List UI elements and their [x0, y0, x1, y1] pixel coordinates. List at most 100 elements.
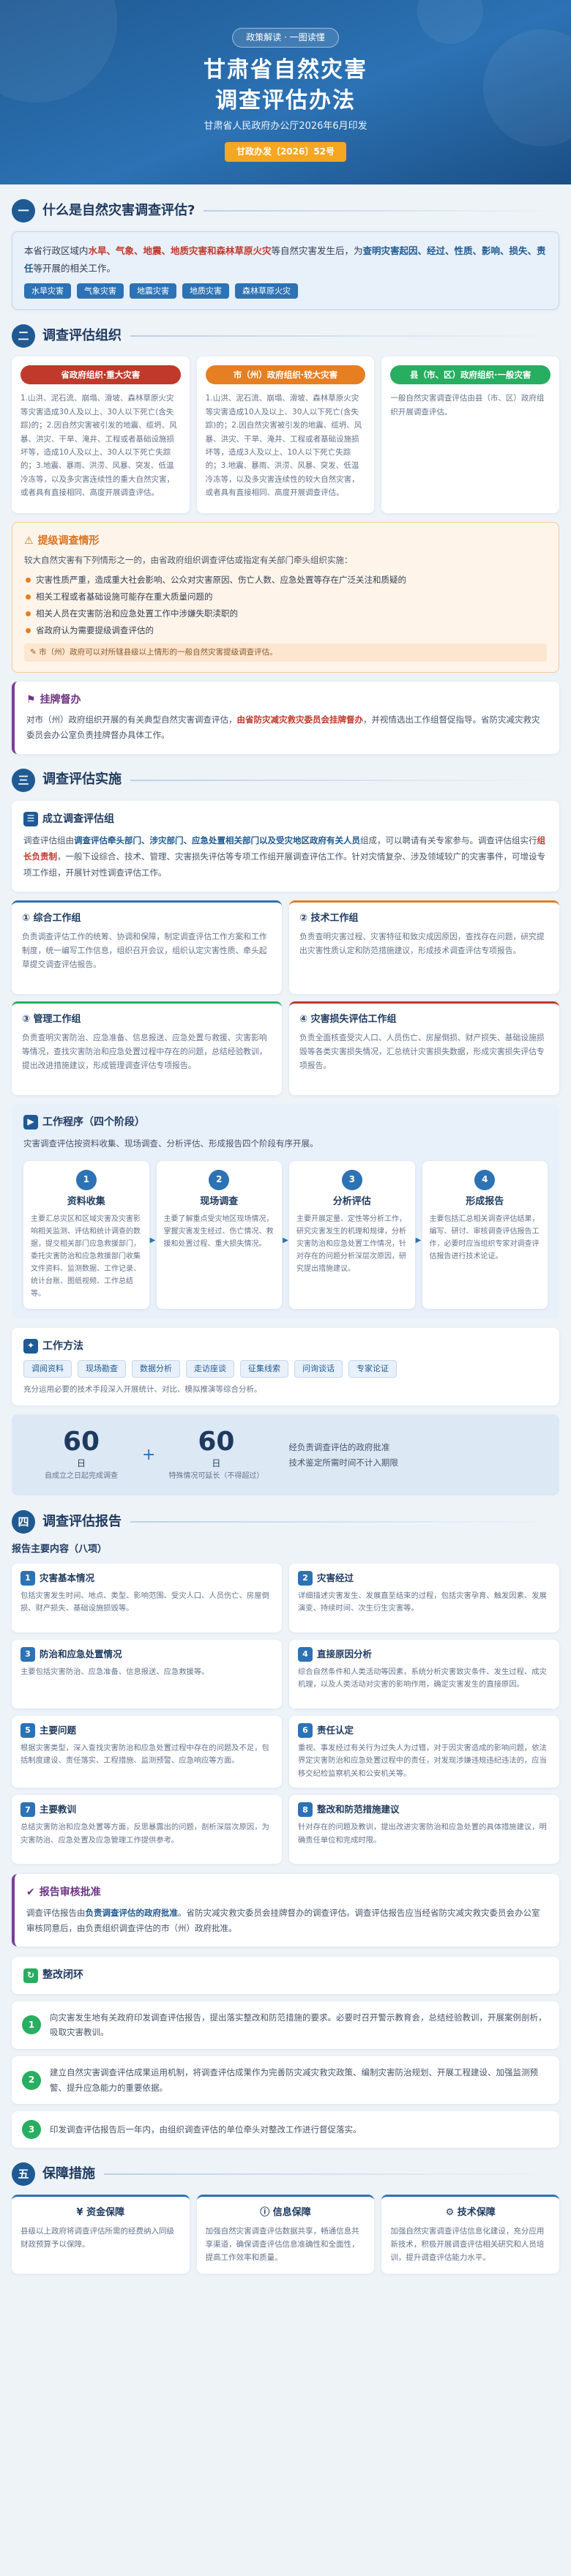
- section-implementation: 三 调查评估实施 ☰ 成立调查评估组 调查评估组由调查评估牵头部门、涉灾部门、应急…: [12, 768, 559, 1496]
- group-general: ① 综合工作组 负责调查评估工作的统筹、协调和保障，制定调查评估工作方案和工作制…: [12, 900, 282, 994]
- approve-title: 报告审核批准: [39, 1886, 101, 1899]
- step-analyze: 3 分析评估 主要开展定量、定性等分析工作，研究灾害发生的机理和规律，分析灾害防…: [289, 1160, 421, 1309]
- flag-icon: ⚑: [26, 693, 36, 706]
- arrow-right-icon: ▶: [415, 1236, 422, 1244]
- report-item: 7 主要教训 总结灾害防治和应急处置等方面，反思暴露出的问题，剖析深层次原因，为灾害…: [12, 1795, 282, 1864]
- time-limit-desc: 经负责调查评估的政府批准 技术鉴定所需时间不计入期限: [288, 1442, 398, 1468]
- step-report: 4 形成报告 主要包括汇总相关调查评估结果，编写、研讨、审核调查评估报告工作，必…: [422, 1160, 548, 1309]
- escalation-note: ✎ 市（州）政府可以对所辖县级以上情形的一般自然灾害提级调查评估。: [24, 643, 547, 662]
- process-intro: 灾害调查评估按资料收集、现场调查、分析评估、形成报告四个阶段有序开展。: [23, 1138, 318, 1149]
- step-collect: 1 资料收集 主要汇总灾区和区域灾害及灾害影响相关监测、评估和统计调查的数据，提…: [23, 1160, 155, 1309]
- definition-text: 本省行政区域内水旱、气象、地震、地质灾害和森林草原火灾等自然灾害发生后，为查明灾…: [24, 245, 546, 274]
- section-title: 什么是自然灾害调查评估?: [42, 202, 195, 218]
- rectify-item: 1 向灾害发生地有关政府印发调查评估报告，提出落实整改和防范措施的要求。必要时召开…: [12, 2001, 559, 2050]
- tag-weather: 气象灾害: [77, 283, 124, 299]
- org-pill-city: 市（州）政府组织·较大灾害: [205, 365, 366, 385]
- section-title: 调查评估报告: [42, 1513, 122, 1529]
- note-icon: ✎: [30, 647, 40, 657]
- methods-title: 工作方法: [42, 1340, 83, 1352]
- process-card: ▶ 工作程序（四个阶段） 灾害调查评估按资料收集、现场调查、分析评估、形成报告四个…: [12, 1103, 559, 1319]
- arrow-right-icon: ▶: [149, 1236, 156, 1244]
- section-title: 保障措施: [42, 2166, 95, 2182]
- section-divider: [130, 1521, 559, 1523]
- group-management: ③ 管理工作组 负责查明灾害防治、应急准备、信息报送、应急处置与救援、灾害影响等…: [12, 1001, 282, 1095]
- approve-icon: ✔: [26, 1886, 35, 1899]
- org-city: 市（州）政府组织·较大灾害 1.山洪、泥石流、崩塌、滑坡、森林草原火灾等灾害造成…: [196, 356, 375, 514]
- arrow-right-icon: ▶: [283, 1236, 288, 1244]
- page: 政策解读 · 一图读懂 甘肃省自然灾害 调查评估办法 甘肃省人民政府办公厅202…: [0, 0, 571, 2576]
- header-banner: 政策解读 · 一图读懂 甘肃省自然灾害 调查评估办法 甘肃省人民政府办公厅202…: [0, 0, 571, 184]
- process-icon: ▶: [23, 1114, 38, 1130]
- section-divider: [104, 2173, 559, 2176]
- methods-card: ✦ 工作方法 调阅资料 现场勘查 数据分析 走访座谈 征集线索 问询谈话 专家论证…: [12, 1327, 559, 1406]
- rectify-card: ↻ 整改闭环: [12, 1957, 559, 1994]
- supervise-title: 挂牌督办: [40, 693, 81, 706]
- escalation-list: 灾害性质严重，造成重大社会影响、公众对灾害原因、伤亡人数、应急处置等存在广泛关注…: [24, 572, 547, 639]
- org-county: 县（市、区）政府组织·一般灾害 一般自然灾害调查评估由县（市、区）政府组织开展调…: [381, 356, 560, 514]
- supervise-card: ⚑ 挂牌督办 对市（州）政府组织开展的有关典型自然灾害调查评估，由省防灾减灾救灾委…: [12, 681, 559, 754]
- method-tag: 数据分析: [132, 1359, 180, 1378]
- money-icon: ¥: [76, 2207, 87, 2219]
- org-body-city: 1.山洪、泥石流、崩塌、滑坡、森林草原火灾等灾害造成10人及以上、30人以下死亡…: [205, 394, 362, 498]
- section-title: 调查评估实施: [42, 772, 122, 788]
- supervise-text: 对市（州）政府组织开展的有关典型自然灾害调查评估，由省防灾减灾救灾委员会挂牌督办…: [26, 714, 540, 741]
- guarantee-info: ⓘ 信息保障 加强自然灾害调查评估数据共享，畅通信息共享渠道，确保调查评估信息准…: [196, 2195, 375, 2274]
- section-number: 一: [12, 199, 35, 223]
- section-number: 五: [12, 2162, 35, 2187]
- report-item: 1 灾害基本情况 包括灾害发生时间、地点、类型、影响范围、受灾人口、人员伤亡、房屋倒…: [12, 1563, 282, 1632]
- org-body-province: 1.山洪、泥石流、崩塌、滑坡、森林草原火灾等灾害造成30人及以上、30人以下死亡…: [20, 394, 177, 498]
- report-item: 3 防治和应急处置情况 主要包括灾害防治、应急准备、信息报送、应急救援等。: [12, 1639, 282, 1709]
- escalation-title: 提级调查情形: [37, 535, 100, 548]
- section-divider: [130, 335, 559, 337]
- tag-earthquake: 地震灾害: [130, 283, 176, 299]
- section-number: 二: [12, 324, 35, 348]
- process-steps: 1 资料收集 主要汇总灾区和区域灾害及灾害影响相关监测、评估和统计调查的数据，提…: [23, 1160, 548, 1309]
- group-loss: ④ 灾害损失评估工作组 负责全面核查受灾人口、人员伤亡、房屋倒损、财产损失、基础…: [289, 1001, 559, 1095]
- time-limit-extension: 60 日 特殊情况可延长（不得超过）: [168, 1427, 264, 1481]
- group-technical: ② 技术工作组 负责查明灾害过程、灾害特征和致灾成因原因，查找存在问题，研究提出…: [289, 900, 559, 994]
- tool-icon: ✦: [23, 1338, 38, 1354]
- team-card: ☰ 成立调查评估组 调查评估组由调查评估牵头部门、涉灾部门、应急处置相关部门以及受…: [12, 800, 559, 892]
- method-tag: 专家论证: [348, 1359, 397, 1378]
- step-survey: 2 现场调查 主要了解重点受灾地区现场情况，掌握灾害发生经过、伤亡情况、救援和处…: [156, 1160, 288, 1309]
- org-body-county: 一般自然灾害调查评估由县（市、区）政府组织开展调查评估。: [390, 394, 545, 417]
- methods-note: 充分运用必要的技术手段深入开展统计、对比、模拟推演等综合分析。: [23, 1384, 262, 1394]
- report-items: 1 灾害基本情况 包括灾害发生时间、地点、类型、影响范围、受灾人口、人员伤亡、房屋倒…: [12, 1563, 559, 1864]
- report-item: 6 责任认定 重视、事发经过有关行为过失人为过错，对于因灾害造成的影响问题，依法界定…: [289, 1715, 559, 1788]
- guarantee-tech: ⚙ 技术保障 加强自然灾害调查评估信息化建设，充分应用新技术，积极开展调查评估相…: [381, 2195, 560, 2274]
- list-item: 相关人员在灾害防治和应急处置工作中涉嫌失职渎职的: [24, 605, 547, 622]
- rectify-item: 3 印发调查评估报告后一年内，由组织调查评估的单位牵头对整改工作进行督促落实。: [12, 2111, 559, 2148]
- doc-number-badge: 甘政办发〔2026〕52号: [224, 141, 347, 163]
- warning-icon: ⚠: [24, 535, 34, 548]
- plus-icon: +: [142, 1446, 156, 1465]
- method-tag: 征集线索: [240, 1359, 288, 1378]
- tech-icon: ⚙: [445, 2207, 458, 2219]
- team-icon: ☰: [23, 811, 38, 826]
- team-text: 调查评估组由调查评估牵头部门、涉灾部门、应急处置相关部门以及受灾地区政府有关人员…: [23, 835, 545, 878]
- approve-card: ✔ 报告审核批准 调查评估报告由负责调查评估的政府批准。省防灾减灾救灾委员会挂牌督…: [12, 1874, 559, 1947]
- loop-icon: ↻: [23, 1968, 38, 1983]
- list-item: 灾害性质严重，造成重大社会影响、公众对灾害原因、伤亡人数、应急处置等存在广泛关注…: [24, 572, 547, 589]
- org-pill-county: 县（市、区）政府组织·一般灾害: [390, 365, 551, 385]
- tag-geologic: 地质灾害: [182, 283, 229, 299]
- org-pill-province: 省政府组织·重大灾害: [20, 365, 181, 385]
- report-item: 8 整改和防范措施建议 针对存在的问题及教训，提出改进灾害防治和应急处置的具体措施建…: [289, 1795, 559, 1864]
- time-limit-base: 60 日 自成立之日起完成调查: [45, 1427, 118, 1481]
- section-report: 四 调查评估报告 报告主要内容（八项） 1 灾害基本情况 包括灾害发生时间、地点、类…: [12, 1510, 559, 2148]
- section-number: 三: [12, 768, 35, 792]
- disaster-type-tags: 水旱灾害 气象灾害 地震灾害 地质灾害 森林草原火灾: [24, 283, 547, 299]
- method-tags: 调阅资料 现场勘查 数据分析 走访座谈 征集线索 问询谈话 专家论证: [23, 1359, 548, 1378]
- section-definition: 一 什么是自然灾害调查评估? 本省行政区域内水旱、气象、地震、地质灾害和森林草原…: [12, 199, 559, 310]
- section-divider: [204, 210, 559, 212]
- escalation-intro: 较大自然灾害有下列情形之一的，由省政府组织调查评估或指定有关部门牵头组织实施：: [24, 555, 353, 566]
- method-tag: 问询谈话: [294, 1359, 343, 1378]
- report-item: 4 直接原因分析 综合自然条件和人类活动等因素，系统分析灾害致灾条件、发生过程、成灾…: [289, 1639, 559, 1709]
- report-item: 5 主要问题 根据灾害类型，深入查找灾害防治和应急处置过程中存在的问题及不足，包括制…: [12, 1715, 282, 1788]
- tag-fire: 森林草原火灾: [235, 283, 298, 299]
- issuer-text: 甘肃省人民政府办公厅2026年6月印发: [204, 121, 367, 132]
- time-limit-card: 60 日 自成立之日起完成调查 + 60 日 特殊情况可延长（不得超过） 经负责…: [12, 1414, 559, 1496]
- section-title: 调查评估组织: [42, 327, 122, 343]
- report-item: 2 灾害经过 详细描述灾害发生、发展直至结束的过程，包括灾害孕育、触发因素、发展演变…: [289, 1563, 559, 1632]
- report-list-label: 报告主要内容（八项）: [12, 1544, 108, 1556]
- section-organization: 二 调查评估组织 省政府组织·重大灾害 1.山洪、泥石流、崩塌、滑坡、森林草原火…: [12, 324, 560, 754]
